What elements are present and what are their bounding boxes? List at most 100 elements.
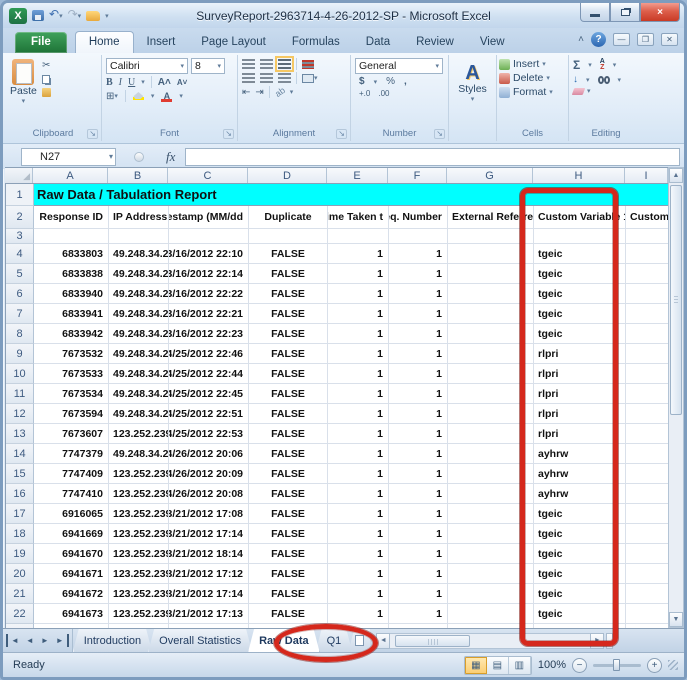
row-number[interactable]: 8 xyxy=(6,324,34,344)
tab-page-layout[interactable]: Page Layout xyxy=(188,32,279,53)
cell[interactable]: FALSE xyxy=(249,504,328,524)
align-left-icon[interactable] xyxy=(242,73,255,83)
cell[interactable]: FALSE xyxy=(249,364,328,384)
align-right-icon[interactable] xyxy=(278,73,291,83)
cell[interactable]: 123.252.239.3 xyxy=(109,524,169,544)
row-number[interactable]: 7 xyxy=(6,304,34,324)
cell[interactable]: 1 xyxy=(328,584,389,604)
column-header[interactable]: F xyxy=(388,168,447,183)
bold-button[interactable]: B xyxy=(106,77,113,88)
cell[interactable]: Time Taken t xyxy=(328,206,389,229)
cell[interactable]: 7673533 xyxy=(34,364,109,384)
format-painter-icon[interactable] xyxy=(42,88,51,97)
cell[interactable]: 123.252.239.3 xyxy=(109,424,169,444)
cell[interactable]: FALSE xyxy=(249,284,328,304)
cell[interactable]: IP Address xyxy=(109,206,169,229)
row-number[interactable]: 1 xyxy=(6,184,34,206)
cell[interactable] xyxy=(626,504,668,524)
cell[interactable] xyxy=(389,229,448,244)
cell[interactable]: Custom V xyxy=(626,206,668,229)
cell[interactable] xyxy=(34,229,109,244)
row-number[interactable]: 10 xyxy=(6,364,34,384)
cell[interactable] xyxy=(626,544,668,564)
row-number[interactable]: 22 xyxy=(6,604,34,624)
column-header[interactable]: H xyxy=(533,168,625,183)
cell[interactable]: Seq. Number xyxy=(389,206,448,229)
cell[interactable]: 49.248.34.202 xyxy=(109,444,169,464)
row-number[interactable]: 18 xyxy=(6,524,34,544)
cell[interactable]: 49.248.34.202 xyxy=(109,404,169,424)
cell[interactable] xyxy=(626,424,668,444)
column-header[interactable]: B xyxy=(108,168,168,183)
cell[interactable]: 1 xyxy=(389,284,448,304)
cell[interactable]: FALSE xyxy=(249,324,328,344)
cell[interactable]: 4/25/2012 22:53 xyxy=(169,424,249,444)
help-icon[interactable]: ? xyxy=(591,32,606,47)
minimize-ribbon-icon[interactable]: ˄ xyxy=(578,34,584,45)
row-number[interactable]: 20 xyxy=(6,564,34,584)
cell[interactable]: 123.252.239.3 xyxy=(109,504,169,524)
cell[interactable] xyxy=(626,229,668,244)
decrease-decimal-icon[interactable]: .00 xyxy=(378,89,389,98)
cell[interactable]: 123.252.239.3 xyxy=(109,584,169,604)
cell[interactable] xyxy=(626,524,668,544)
tab-view[interactable]: View xyxy=(467,32,518,53)
comma-icon[interactable]: , xyxy=(404,76,407,87)
cell[interactable]: 1 xyxy=(389,464,448,484)
autosum-icon[interactable]: Σ xyxy=(573,58,580,72)
clipboard-dialog-launcher-icon[interactable]: ↘ xyxy=(87,129,98,139)
cell[interactable]: 3/21/2012 17:14 xyxy=(169,584,249,604)
formula-bar-options-icon[interactable] xyxy=(134,152,144,162)
cut-icon[interactable]: ✂ xyxy=(42,60,51,71)
row-number[interactable]: 5 xyxy=(6,264,34,284)
scroll-up-icon[interactable]: ▲ xyxy=(669,168,683,183)
cell[interactable]: 1 xyxy=(389,324,448,344)
name-box[interactable]: N27 ▾ xyxy=(21,148,116,166)
cell[interactable]: 1 xyxy=(328,384,389,404)
cell[interactable]: 3/16/2012 22:10 xyxy=(169,244,249,264)
cell[interactable]: 7673594 xyxy=(34,404,109,424)
cell[interactable]: 123.252.239.3 xyxy=(109,544,169,564)
cell[interactable]: 6941671 xyxy=(34,564,109,584)
align-middle-icon[interactable] xyxy=(260,59,273,69)
cell[interactable]: 49.248.34.202 xyxy=(109,384,169,404)
cell[interactable]: FALSE xyxy=(249,404,328,424)
zoom-out-icon[interactable]: − xyxy=(572,658,587,673)
cell[interactable]: 1 xyxy=(328,544,389,564)
cell[interactable]: 1 xyxy=(328,424,389,444)
row-number[interactable]: 9 xyxy=(6,344,34,364)
cell[interactable] xyxy=(626,244,668,264)
cell[interactable]: 4/25/2012 22:46 xyxy=(169,344,249,364)
cell[interactable]: 7747379 xyxy=(34,444,109,464)
next-sheet-icon[interactable]: ► xyxy=(38,634,52,647)
cell[interactable]: 1 xyxy=(389,604,448,624)
cell[interactable]: 1 xyxy=(328,264,389,284)
cell[interactable]: FALSE xyxy=(249,384,328,404)
copy-icon[interactable] xyxy=(42,75,51,84)
cell[interactable]: FALSE xyxy=(249,464,328,484)
cell[interactable]: FALSE xyxy=(249,524,328,544)
font-dialog-launcher-icon[interactable]: ↘ xyxy=(223,129,234,139)
minimize-button[interactable] xyxy=(580,3,610,22)
cell[interactable]: 3/16/2012 22:21 xyxy=(169,304,249,324)
cell[interactable]: 1 xyxy=(328,444,389,464)
cell[interactable]: 4/25/2012 22:44 xyxy=(169,364,249,384)
column-header[interactable]: D xyxy=(248,168,327,183)
cell[interactable]: 1 xyxy=(328,464,389,484)
workbook-close-icon[interactable]: ✕ xyxy=(661,33,678,46)
cell[interactable] xyxy=(626,264,668,284)
underline-button[interactable]: U xyxy=(128,77,135,88)
increase-indent-icon[interactable]: ⇥ xyxy=(255,87,263,98)
font-size-select[interactable]: 8▾ xyxy=(191,58,225,74)
cell[interactable]: 49.248.34.202 xyxy=(109,244,169,264)
cell[interactable]: 1 xyxy=(328,284,389,304)
cell[interactable]: 6833803 xyxy=(34,244,109,264)
cell[interactable]: 1 xyxy=(389,344,448,364)
tab-review[interactable]: Review xyxy=(403,32,467,53)
tab-home[interactable]: Home xyxy=(75,31,134,53)
cell[interactable]: 3/21/2012 17:13 xyxy=(169,604,249,624)
cell[interactable]: 1 xyxy=(328,484,389,504)
cell[interactable]: 1 xyxy=(389,264,448,284)
cell[interactable]: 1 xyxy=(328,604,389,624)
cell[interactable] xyxy=(626,604,668,624)
